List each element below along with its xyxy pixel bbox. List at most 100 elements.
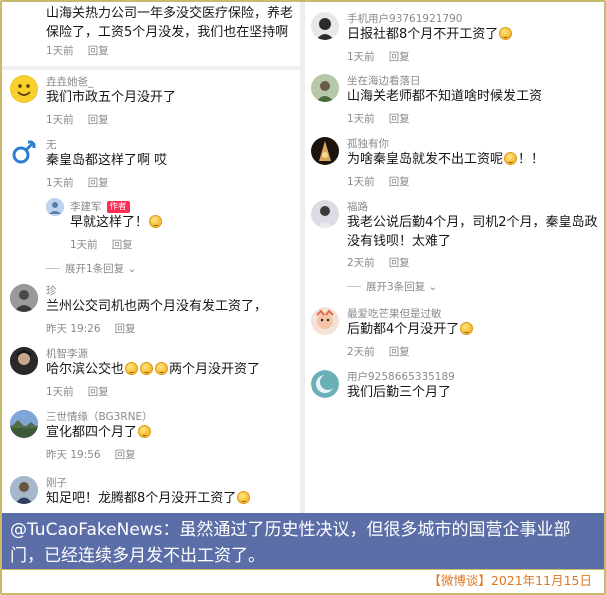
comment-time: 1天前 xyxy=(347,113,375,125)
comment-meta: 昨天 19:56 回复 xyxy=(46,447,136,462)
chevron-down-icon: ⌄ xyxy=(124,263,137,275)
comment-username[interactable]: 机智李源 xyxy=(46,346,88,361)
avatar[interactable] xyxy=(311,74,339,102)
comment-text-content: 后勤都4个月没开了 xyxy=(347,322,460,337)
comment-text: 秦皇岛都这样了啊 哎 xyxy=(46,153,168,168)
reply-button[interactable]: 回复 xyxy=(88,45,109,57)
reply-button[interactable]: 回复 xyxy=(389,176,410,188)
expand-divider xyxy=(347,286,361,287)
comment-text-part: 两个月没开资了 xyxy=(169,362,261,377)
person-photo-icon[interactable] xyxy=(10,476,38,504)
landscape-photo-icon[interactable] xyxy=(10,410,38,438)
comment-text: 我老公说后勤4个月，司机2个月，秦皇岛政没有钱呗！太难了 xyxy=(347,215,598,249)
reply-button[interactable]: 回复 xyxy=(389,346,410,358)
emoji-icon xyxy=(499,27,513,40)
comment-time: 1天前 xyxy=(347,176,375,188)
comment-username[interactable]: 无 xyxy=(46,137,57,152)
male-symbol-icon[interactable] xyxy=(10,138,38,166)
comment-text-content: 知足吧！龙腾都8个月没开工资了 xyxy=(46,491,237,506)
comment-meta: 2天前 回复 xyxy=(347,255,410,270)
expand-replies-button[interactable]: 展开3条回复 ⌄ xyxy=(347,279,437,294)
comment-username[interactable]: 刚子 xyxy=(46,475,67,490)
reply-button[interactable]: 回复 xyxy=(112,239,133,251)
comment-time: 1天前 xyxy=(46,114,74,126)
comment-text: 知足吧！龙腾都8个月没开工资了 xyxy=(46,489,251,508)
comment-time: 1天前 xyxy=(347,51,375,63)
footer-text: 【微博谈】2021年11月15日 xyxy=(428,573,592,588)
comment-text-part: 哈尔滨公交也 xyxy=(46,362,125,377)
comment-username[interactable]: 福路 xyxy=(347,199,368,214)
comment-meta: 昨天 19:26 回复 xyxy=(46,321,136,336)
comment-meta: 1天前 回复 xyxy=(347,111,410,126)
emoji-icon xyxy=(138,425,152,438)
reply-button[interactable]: 回复 xyxy=(88,177,109,189)
comment-username[interactable]: 珍 xyxy=(46,283,57,298)
emoji-icon xyxy=(140,362,154,375)
comment-text: 我们后勤三个月了 xyxy=(347,385,452,400)
avatar[interactable] xyxy=(46,198,64,216)
comment-text: 后勤都4个月没开了 xyxy=(347,320,474,339)
reply-text-content: 早就这样了！ xyxy=(70,215,149,230)
comment-text: 我们市政五个月没开了 xyxy=(46,90,177,105)
reply-meta: 1天前 回复 xyxy=(70,237,133,252)
comment-text: 宣化都四个月了 xyxy=(46,423,152,442)
left-comment-column[interactable]: 山海关热力公司一年多没交医疗保险，养老保险了，工资5个月没发，我们也在坚持啊 1… xyxy=(2,2,299,513)
avatar[interactable] xyxy=(311,12,339,40)
comment-text: 哈尔滨公交也 两个月没开资了 xyxy=(46,360,260,379)
avatar[interactable] xyxy=(311,200,339,228)
comment-username[interactable]: 手机用户93761921790 xyxy=(347,11,463,26)
footer-source: 【微博谈】2021年11月15日 xyxy=(2,569,604,593)
avatar[interactable] xyxy=(311,307,339,335)
reply-button[interactable]: 回复 xyxy=(389,51,410,63)
comment-text: 日报社都8个月不开工资了 xyxy=(347,25,513,44)
comment-username[interactable]: 孤独有你 xyxy=(347,136,389,151)
caption-text: @TuCaoFakeNews：虽然通过了历史性决议，但很多城市的国营企事业部门，… xyxy=(10,520,571,566)
right-comment-column[interactable]: 手机用户93761921790 日报社都8个月不开工资了 1天前 回复 坐在海边看… xyxy=(305,2,602,513)
chevron-down-icon: ⌄ xyxy=(425,281,438,293)
reply-button[interactable]: 回复 xyxy=(115,449,136,461)
emoji-icon xyxy=(125,362,139,375)
author-badge: 作者 xyxy=(106,201,130,213)
comment-username[interactable]: 垚垚她爸_ xyxy=(46,74,93,89)
person-photo-icon[interactable] xyxy=(10,284,38,312)
comment-meta: 1天前 回复 xyxy=(46,384,109,399)
comment-text-content: 日报社都8个月不开工资了 xyxy=(347,27,499,42)
reply-button[interactable]: 回复 xyxy=(389,113,410,125)
emoji-icon xyxy=(149,215,163,228)
avatar[interactable] xyxy=(311,137,339,165)
reply-username-row: 李建军 作者 xyxy=(70,199,130,214)
comment-username[interactable]: 用户9258665335189 xyxy=(347,369,455,384)
expand-label: 展开3条回复 xyxy=(366,281,426,293)
comment-username[interactable]: 最爱吃芒果但是过敏 xyxy=(347,306,442,321)
emoji-icon xyxy=(237,491,251,504)
comment-text: 山海关老师都不知道啥时候发工资 xyxy=(347,89,543,104)
comment-time: 2天前 xyxy=(347,346,375,358)
comment-text-content: 宣化都四个月了 xyxy=(46,425,138,440)
comment-username[interactable]: 三世情缘（BG3RNE） xyxy=(46,409,153,424)
default-avatar-icon[interactable] xyxy=(311,370,339,398)
reply-button[interactable]: 回复 xyxy=(88,386,109,398)
caption-banner: @TuCaoFakeNews：虽然通过了历史性决议，但很多城市的国营企事业部门，… xyxy=(2,513,604,569)
comment-item: 山海关热力公司一年多没交医疗保险，养老保险了，工资5个月没发，我们也在坚持啊 1… xyxy=(2,2,299,66)
comment-meta: 1天前 回复 xyxy=(347,174,410,189)
smiley-face-icon[interactable] xyxy=(10,75,38,103)
reply-button[interactable]: 回复 xyxy=(115,323,136,335)
comment-time: 昨天 19:26 xyxy=(46,323,101,335)
reply-button[interactable]: 回复 xyxy=(88,114,109,126)
reply-username[interactable]: 李建军 xyxy=(70,201,102,213)
comment-meta: 1天前 回复 xyxy=(46,43,109,58)
comment-text-content: 为啥秦皇岛就发不出工资呢 xyxy=(347,152,504,167)
comment-time: 1天前 xyxy=(46,386,74,398)
comment-username[interactable]: 坐在海边看落日 xyxy=(347,73,421,88)
reply-time: 1天前 xyxy=(70,239,98,251)
expand-replies-button[interactable]: 展开1条回复 ⌄ xyxy=(46,261,136,276)
comment-time: 1天前 xyxy=(46,45,74,57)
comment-meta: 2天前 回复 xyxy=(347,344,410,359)
comment-text: 山海关热力公司一年多没交医疗保险，养老保险了，工资5个月没发，我们也在坚持啊 xyxy=(46,6,294,40)
reply-button[interactable]: 回复 xyxy=(389,257,410,269)
person-photo-icon[interactable] xyxy=(10,347,38,375)
comment-text-suffix: ！！ xyxy=(518,152,545,167)
comment-text: 为啥秦皇岛就发不出工资呢 ！！ xyxy=(347,150,544,169)
emoji-icon xyxy=(155,362,169,375)
reply-text: 早就这样了！ xyxy=(70,213,163,232)
